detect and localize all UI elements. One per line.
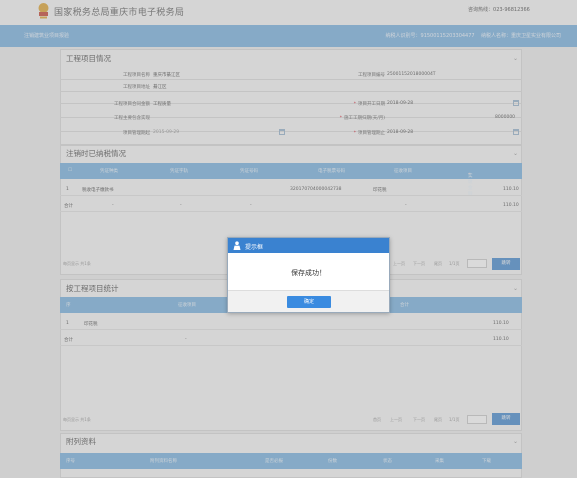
dialog-footer: 确定 — [228, 290, 389, 312]
dialog-message: 保存成功！ — [291, 269, 326, 277]
dialog-title: 提示框 — [245, 244, 264, 251]
info-person-icon — [233, 241, 241, 250]
ok-button[interactable]: 确定 — [287, 296, 331, 308]
dialog-header: 提示框 — [228, 238, 389, 253]
message-dialog: 提示框 保存成功！ 确定 — [227, 237, 390, 313]
